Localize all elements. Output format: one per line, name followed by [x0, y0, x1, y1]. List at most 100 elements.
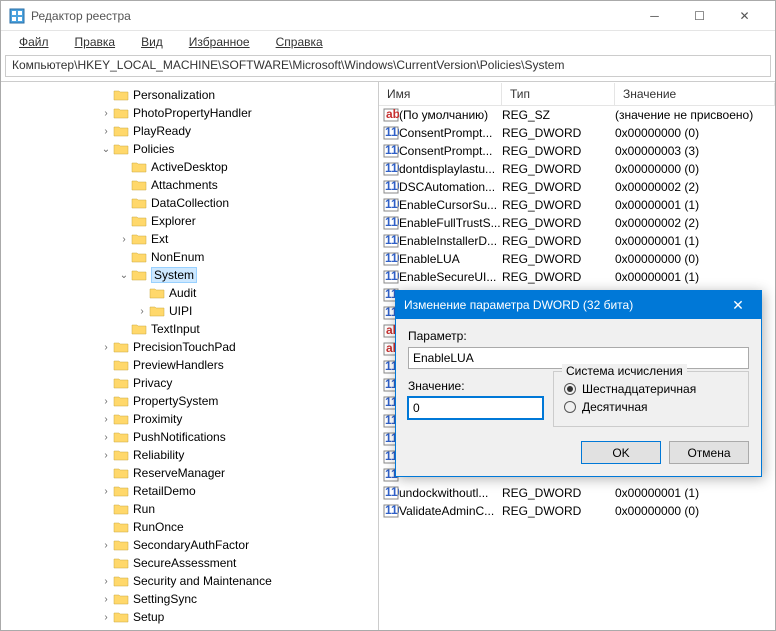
chevron-right-icon[interactable]: ›	[99, 126, 113, 137]
chevron-right-icon[interactable]: ›	[99, 432, 113, 443]
minimize-button[interactable]: ─	[632, 2, 677, 30]
chevron-right-icon[interactable]: ›	[99, 108, 113, 119]
col-header-value[interactable]: Значение	[615, 83, 775, 105]
value-row[interactable]: undockwithoutl...REG_DWORD0x00000001 (1)	[379, 484, 775, 502]
tree-item[interactable]: ›RetailDemo	[1, 482, 378, 500]
chevron-right-icon[interactable]: ›	[99, 450, 113, 461]
folder-icon	[113, 502, 129, 516]
tree-item[interactable]: ›SecondaryAuthFactor	[1, 536, 378, 554]
menu-help[interactable]: Справка	[264, 33, 335, 51]
value-row[interactable]: (По умолчанию)REG_SZ(значение не присвое…	[379, 106, 775, 124]
reg-dword-icon	[379, 126, 399, 140]
value-data: 0x00000000 (0)	[615, 162, 775, 176]
tree-item[interactable]: Run	[1, 500, 378, 518]
tree-item[interactable]: ›PropertySystem	[1, 392, 378, 410]
tree-item[interactable]: ReserveManager	[1, 464, 378, 482]
folder-icon	[131, 322, 147, 336]
tree-item[interactable]: ›Ext	[1, 230, 378, 248]
folder-icon	[131, 178, 147, 192]
tree-item[interactable]: ⌄Policies	[1, 140, 378, 158]
tree-item[interactable]: Personalization	[1, 86, 378, 104]
menu-edit[interactable]: Правка	[63, 33, 128, 51]
chevron-down-icon[interactable]: ⌄	[99, 144, 113, 155]
tree-item[interactable]: ›PushNotifications	[1, 428, 378, 446]
tree-item[interactable]: DataCollection	[1, 194, 378, 212]
tree-item-label: PreviewHandlers	[133, 358, 224, 372]
tree-pane[interactable]: Personalization›PhotoPropertyHandler›Pla…	[1, 82, 379, 630]
dialog-close-button[interactable]: ✕	[723, 291, 753, 319]
reg-dword-icon	[379, 486, 399, 500]
chevron-right-icon[interactable]: ›	[99, 594, 113, 605]
param-label: Параметр:	[408, 329, 749, 343]
col-header-type[interactable]: Тип	[502, 83, 615, 105]
cancel-button[interactable]: Отмена	[669, 441, 749, 464]
tree-item[interactable]: ›PlayReady	[1, 122, 378, 140]
tree-item-label: SharedAccess	[133, 628, 210, 630]
tree-item[interactable]: ›SettingSync	[1, 590, 378, 608]
tree-item[interactable]: ⌄System	[1, 266, 378, 284]
chevron-right-icon[interactable]: ›	[99, 576, 113, 587]
chevron-right-icon[interactable]: ›	[99, 414, 113, 425]
tree-item[interactable]: TextInput	[1, 320, 378, 338]
value-row[interactable]: ValidateAdminC...REG_DWORD0x00000000 (0)	[379, 502, 775, 520]
value-row[interactable]: DSCAutomation...REG_DWORD0x00000002 (2)	[379, 178, 775, 196]
tree-item[interactable]: ›Setup	[1, 608, 378, 626]
folder-icon	[113, 466, 129, 480]
value-row[interactable]: EnableInstallerD...REG_DWORD0x00000001 (…	[379, 232, 775, 250]
value-type: REG_DWORD	[502, 252, 615, 266]
reg-dword-icon	[379, 270, 399, 284]
tree-item[interactable]: Privacy	[1, 374, 378, 392]
value-row[interactable]: EnableFullTrustS...REG_DWORD0x00000002 (…	[379, 214, 775, 232]
tree-item[interactable]: Attachments	[1, 176, 378, 194]
menu-view[interactable]: Вид	[129, 33, 175, 51]
value-row[interactable]: EnableCursorSu...REG_DWORD0x00000001 (1)	[379, 196, 775, 214]
value-input[interactable]	[408, 397, 543, 419]
chevron-right-icon[interactable]: ›	[117, 234, 131, 245]
tree-item[interactable]: ›Reliability	[1, 446, 378, 464]
value-name: DSCAutomation...	[399, 180, 502, 194]
tree-item[interactable]: ›PrecisionTouchPad	[1, 338, 378, 356]
maximize-button[interactable]: ☐	[677, 2, 722, 30]
value-row[interactable]: EnableLUAREG_DWORD0x00000000 (0)	[379, 250, 775, 268]
chevron-right-icon[interactable]: ›	[99, 540, 113, 551]
reg-dword-icon	[379, 144, 399, 158]
tree-item[interactable]: PreviewHandlers	[1, 356, 378, 374]
value-row[interactable]: dontdisplaylastu...REG_DWORD0x00000000 (…	[379, 160, 775, 178]
radio-hex[interactable]: Шестнадцатеричная	[564, 382, 738, 396]
tree-item[interactable]: SecureAssessment	[1, 554, 378, 572]
radio-dot-icon	[564, 401, 576, 413]
tree-item[interactable]: ›Proximity	[1, 410, 378, 428]
value-type: REG_DWORD	[502, 144, 615, 158]
col-header-name[interactable]: Имя	[379, 83, 502, 105]
folder-icon	[113, 412, 129, 426]
chevron-down-icon[interactable]: ⌄	[117, 270, 131, 281]
tree-item[interactable]: NonEnum	[1, 248, 378, 266]
folder-icon	[113, 574, 129, 588]
tree-item[interactable]: SharedAccess	[1, 626, 378, 630]
value-row[interactable]: EnableSecureUI...REG_DWORD0x00000001 (1)	[379, 268, 775, 286]
chevron-right-icon[interactable]: ›	[135, 306, 149, 317]
tree-item[interactable]: ›UIPI	[1, 302, 378, 320]
chevron-right-icon[interactable]: ›	[99, 486, 113, 497]
value-row[interactable]: ConsentPrompt...REG_DWORD0x00000003 (3)	[379, 142, 775, 160]
close-button[interactable]: ✕	[722, 2, 767, 30]
address-bar[interactable]: Компьютер\HKEY_LOCAL_MACHINE\SOFTWARE\Mi…	[5, 55, 771, 77]
chevron-right-icon[interactable]: ›	[99, 396, 113, 407]
radio-dec[interactable]: Десятичная	[564, 400, 738, 414]
chevron-right-icon[interactable]: ›	[99, 612, 113, 623]
tree-item[interactable]: ActiveDesktop	[1, 158, 378, 176]
tree-item[interactable]: Explorer	[1, 212, 378, 230]
tree-item[interactable]: Audit	[1, 284, 378, 302]
ok-button[interactable]: OK	[581, 441, 661, 464]
folder-icon	[131, 268, 147, 282]
tree-item-label: ReserveManager	[133, 466, 225, 480]
tree-item[interactable]: ›PhotoPropertyHandler	[1, 104, 378, 122]
tree-item[interactable]: RunOnce	[1, 518, 378, 536]
menu-favorites[interactable]: Избранное	[177, 33, 262, 51]
value-type: REG_SZ	[502, 108, 615, 122]
chevron-right-icon[interactable]: ›	[99, 342, 113, 353]
tree-item[interactable]: ›Security and Maintenance	[1, 572, 378, 590]
dialog-titlebar[interactable]: Изменение параметра DWORD (32 бита) ✕	[396, 291, 761, 319]
menu-file[interactable]: Файл	[7, 33, 61, 51]
value-row[interactable]: ConsentPrompt...REG_DWORD0x00000000 (0)	[379, 124, 775, 142]
